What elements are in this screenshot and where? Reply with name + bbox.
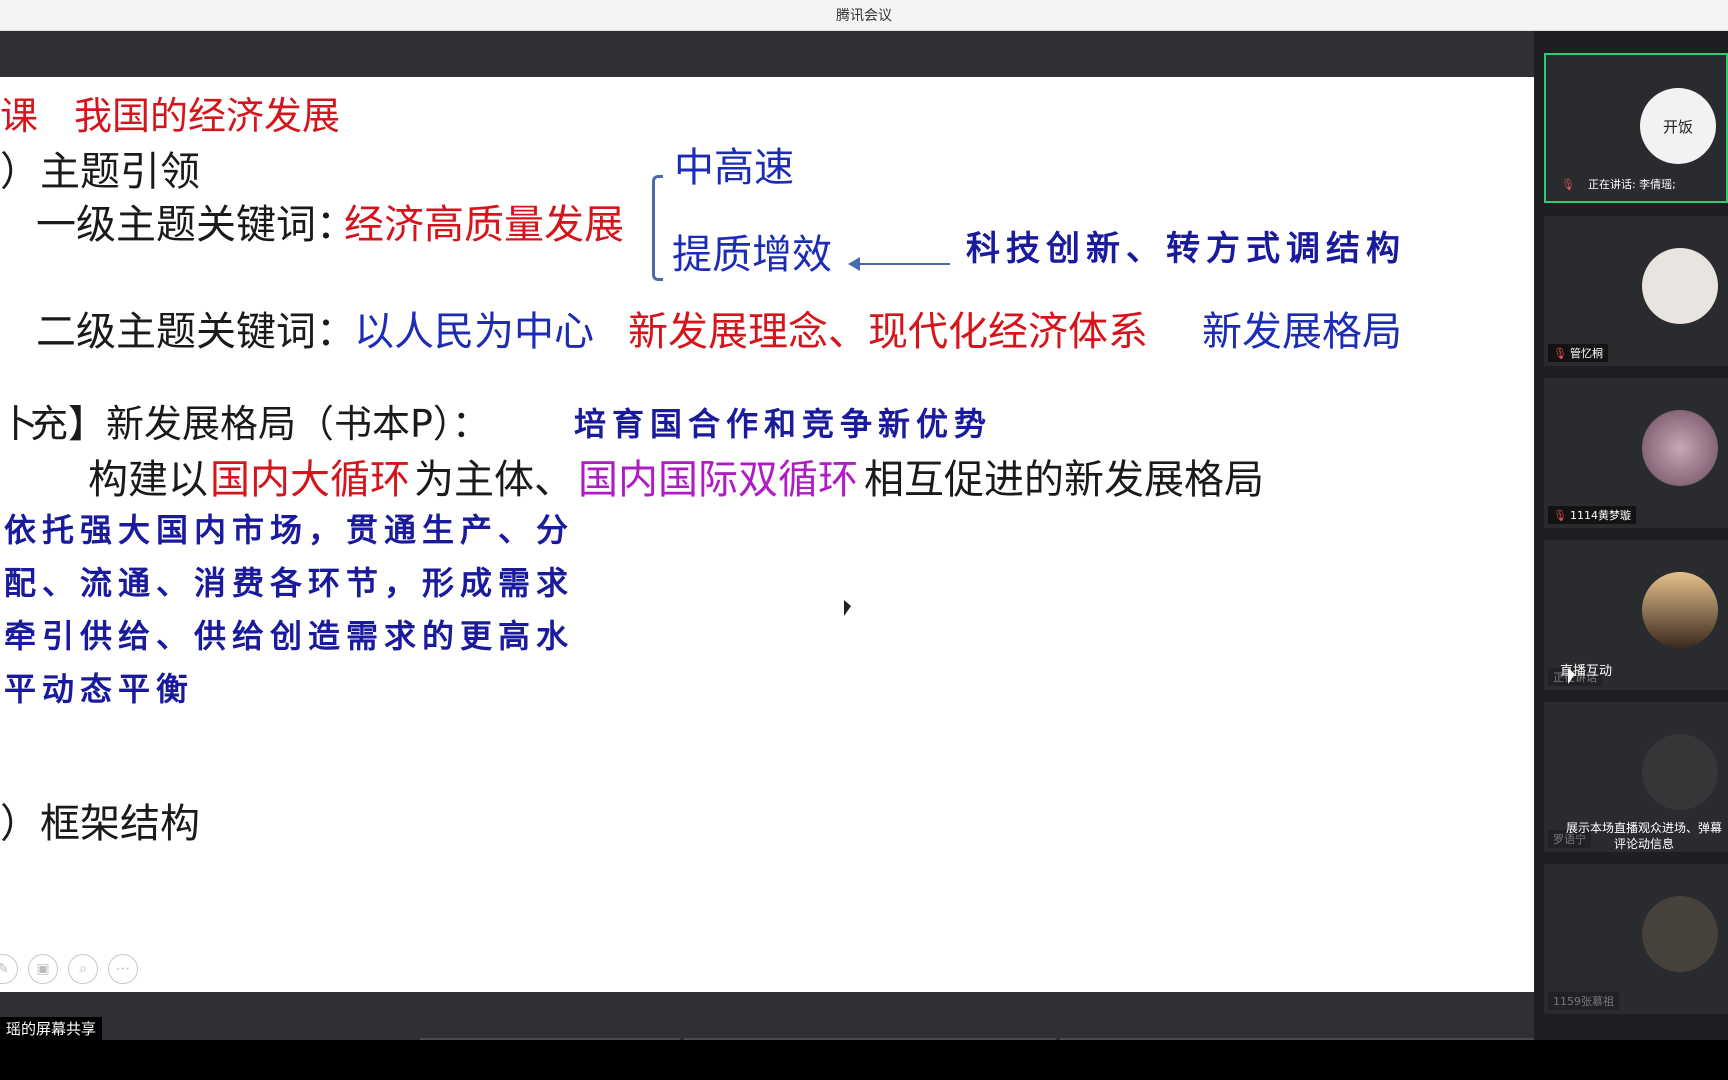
level1-keyword-label: 一级主题关键词：: [36, 202, 356, 248]
mouse-cursor-icon: [1568, 668, 1575, 684]
branch-top: 中高速: [674, 145, 794, 191]
build-text-e: 相互促进的新发展格局: [864, 457, 1264, 503]
share-toolbar-top: [0, 31, 1534, 77]
arrow-shaft: [856, 263, 950, 265]
slide-title-prefix: 课: [0, 94, 39, 138]
level2-keyword-label: 二级主题关键词：: [36, 309, 356, 355]
participant-name: 管忆桐: [1569, 347, 1603, 360]
participant-name: 1159张慕祖: [1553, 995, 1614, 1008]
participant-tile[interactable]: 🎙 1114黄梦璇: [1544, 378, 1728, 528]
participant-name: 1114黄梦璇: [1569, 509, 1631, 522]
supplement-label: 充】新发展格局（书本P）：: [30, 402, 490, 446]
avatar-text: 开饭: [1662, 117, 1693, 136]
handwritten-line: 依托强大国内市场，贯通生产、分: [4, 511, 575, 549]
zoom-tool-icon[interactable]: ⌕: [68, 954, 98, 984]
participant-tile[interactable]: 开饭 🎙 正在讲话: 李倩瑶;: [1544, 53, 1728, 203]
level2-keyword-a: 以人民为中心: [354, 309, 594, 355]
level2-keyword-c: 新发展格局: [1202, 309, 1402, 355]
build-text-d: 国内国际双循环: [578, 457, 858, 503]
mouse-cursor-icon: [844, 600, 851, 616]
participant-tile[interactable]: 🎙 管忆桐: [1544, 216, 1728, 366]
live-interaction-desc: 展示本场直播观众进场、弹幕评论动信息: [1565, 821, 1722, 851]
bottom-strip: [0, 1040, 1728, 1080]
window-title-bar: 腾讯会议: [0, 0, 1728, 31]
mic-icon: 🎙: [1561, 177, 1575, 191]
participant-name: 正在讲话: 李倩瑶;: [1587, 178, 1676, 191]
strip-segment: [684, 1038, 1056, 1040]
branch-brace: [652, 175, 663, 281]
avatar: [1642, 572, 1718, 648]
avatar: [1642, 734, 1718, 810]
screen-share-label: 瑶的屏幕共享: [0, 1017, 103, 1041]
shared-slide: 课 我国的经济发展 ）主题引领 一级主题关键词： 经济高质量发展 中高速 提质增…: [0, 77, 1534, 992]
window-title: 腾讯会议: [836, 8, 892, 24]
build-text-a: 构建以: [88, 457, 208, 503]
handwritten-line: 配、流通、消费各环节，形成需求: [4, 564, 575, 602]
participant-name-tag: 🎙 正在讲话: 李倩瑶;: [1556, 175, 1681, 193]
strip-segment: [420, 1038, 680, 1040]
participant-name-tag: 🎙 管忆桐: [1548, 344, 1608, 362]
section-heading-1: ）主题引领: [0, 149, 200, 195]
supplement-note: 培育国合作和竞争新优势: [574, 405, 993, 443]
more-tool-icon[interactable]: ⋯: [108, 954, 138, 984]
strip-segment: [1060, 1038, 1534, 1040]
avatar: [1642, 896, 1718, 972]
mic-icon: 🎙: [1553, 346, 1567, 360]
handwritten-line: 牵引供给、供给创造需求的更高水: [4, 617, 575, 655]
participant-name-tag: 🎙 1114黄梦璇: [1548, 506, 1636, 524]
section-heading-2: ）框架结构: [0, 801, 200, 847]
build-text-b: 国内大循环: [210, 457, 410, 503]
level1-keyword-value: 经济高质量发展: [344, 202, 624, 248]
copy-tool-icon[interactable]: ▣: [28, 954, 58, 984]
level2-keyword-b: 新发展理念、现代化经济体系: [628, 309, 1148, 355]
mic-icon: 🎙: [1553, 508, 1567, 522]
avatar: 开饭: [1640, 88, 1716, 164]
pen-tool-icon[interactable]: ✎: [0, 954, 18, 984]
avatar: [1642, 410, 1718, 486]
handwritten-line: 平动态平衡: [4, 670, 195, 708]
share-toolbar-bottom: [0, 992, 1534, 1040]
branch-bottom: 提质增效: [672, 232, 832, 278]
arrow-note: 科技创新、转方式调结构: [966, 229, 1406, 269]
slide-title: 我国的经济发展: [74, 94, 341, 138]
avatar: [1642, 248, 1718, 324]
participant-name-tag: 1159张慕祖: [1548, 992, 1619, 1010]
participant-tile[interactable]: 1159张慕祖: [1544, 864, 1728, 1014]
build-text-c: 为主体、: [414, 457, 574, 503]
